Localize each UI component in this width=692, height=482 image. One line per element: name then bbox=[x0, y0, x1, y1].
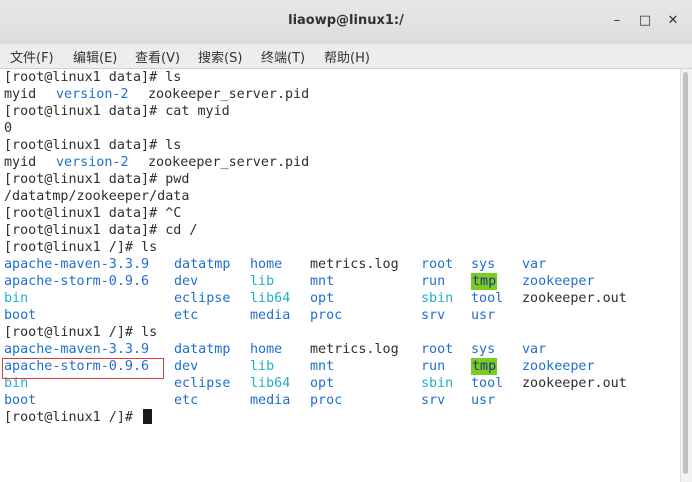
directory-name: home bbox=[250, 257, 283, 272]
terminal-line: [root@linux1 data]# cat myid bbox=[4, 104, 230, 119]
symlink-name: lib64 bbox=[250, 376, 291, 391]
directory-name: root bbox=[421, 257, 454, 272]
directory-name: version-2 bbox=[56, 155, 129, 170]
terminal-line: [root@linux1 data]# ls bbox=[4, 138, 182, 153]
symlink-name: bin bbox=[4, 291, 29, 306]
directory-name: eclipse bbox=[174, 291, 231, 306]
symlink-name: lib64 bbox=[250, 291, 291, 306]
directory-name: tool bbox=[471, 376, 504, 391]
terminal-line: [root@linux1 /]# ls bbox=[4, 325, 158, 340]
directory-name: media bbox=[250, 393, 291, 408]
directory-name: datatmp bbox=[174, 342, 231, 357]
directory-name: mnt bbox=[310, 274, 335, 289]
window-titlebar[interactable]: liaowp@linux1:/ – □ ✕ bbox=[0, 0, 692, 45]
minimize-icon[interactable]: – bbox=[606, 10, 628, 32]
close-icon[interactable]: ✕ bbox=[662, 10, 684, 32]
file-name: metrics.log bbox=[310, 257, 399, 272]
window-title: liaowp@linux1:/ bbox=[288, 13, 404, 28]
terminal-prompt-line: [root@linux1 /]# bbox=[4, 409, 153, 426]
menubar: 文件(F) 编辑(E) 查看(V) 搜索(S) 终端(T) 帮助(H) bbox=[0, 44, 692, 69]
directory-name: media bbox=[250, 308, 291, 323]
directory-name: srv bbox=[421, 308, 446, 323]
highlight-box bbox=[2, 358, 164, 379]
directory-name: root bbox=[421, 342, 454, 357]
sticky-directory-name: tmp bbox=[471, 358, 498, 375]
file-name: zookeeper.out bbox=[522, 376, 627, 391]
directory-name: datatmp bbox=[174, 257, 231, 272]
terminal-line: 0 bbox=[4, 121, 13, 136]
symlink-name: sbin bbox=[421, 376, 454, 391]
directory-name: usr bbox=[471, 393, 496, 408]
directory-name: boot bbox=[4, 393, 37, 408]
terminal-line: [root@linux1 data]# ^C bbox=[4, 206, 182, 221]
directory-name: apache-maven-3.3.9 bbox=[4, 257, 150, 272]
prompt-text: [root@linux1 /]# bbox=[4, 410, 142, 425]
directory-name: run bbox=[421, 359, 446, 374]
file-name: zookeeper_server.pid bbox=[148, 155, 310, 170]
terminal-line: /datatmp/zookeeper/data bbox=[4, 189, 190, 204]
directory-name: dev bbox=[174, 274, 199, 289]
maximize-icon[interactable]: □ bbox=[634, 10, 656, 32]
directory-name: home bbox=[250, 342, 283, 357]
directory-name: apache-storm-0.9.6 bbox=[4, 274, 150, 289]
directory-name: etc bbox=[174, 308, 199, 323]
directory-name: opt bbox=[310, 376, 335, 391]
terminal-line: [root@linux1 data]# pwd bbox=[4, 172, 190, 187]
directory-name: opt bbox=[310, 291, 335, 306]
file-name: zookeeper_server.pid bbox=[148, 87, 310, 102]
file-name: myid bbox=[4, 155, 37, 170]
sticky-directory-name: tmp bbox=[471, 273, 498, 290]
directory-name: zookeeper bbox=[522, 274, 595, 289]
directory-name: eclipse bbox=[174, 376, 231, 391]
terminal-line: [root@linux1 /]# ls bbox=[4, 240, 158, 255]
directory-name: run bbox=[421, 274, 446, 289]
directory-name: zookeeper bbox=[522, 359, 595, 374]
directory-name: usr bbox=[471, 308, 496, 323]
directory-name: var bbox=[522, 257, 547, 272]
file-name: metrics.log bbox=[310, 342, 399, 357]
directory-name: proc bbox=[310, 308, 343, 323]
symlink-name: sbin bbox=[421, 291, 454, 306]
scrollbar-thumb[interactable] bbox=[683, 72, 688, 474]
directory-name: tool bbox=[471, 291, 504, 306]
menu-view[interactable]: 查看(V) bbox=[135, 47, 180, 66]
text-cursor bbox=[143, 409, 153, 424]
symlink-name: lib bbox=[250, 359, 275, 374]
file-name: myid bbox=[4, 87, 37, 102]
menu-file[interactable]: 文件(F) bbox=[10, 47, 54, 66]
directory-name: apache-maven-3.3.9 bbox=[4, 342, 150, 357]
directory-name: sys bbox=[471, 342, 496, 357]
menu-terminal[interactable]: 终端(T) bbox=[261, 47, 305, 66]
symlink-name: lib bbox=[250, 274, 275, 289]
file-name: zookeeper.out bbox=[522, 291, 627, 306]
directory-name: boot bbox=[4, 308, 37, 323]
terminal-line: [root@linux1 data]# cd / bbox=[4, 223, 198, 238]
directory-name: proc bbox=[310, 393, 343, 408]
directory-name: srv bbox=[421, 393, 446, 408]
directory-name: var bbox=[522, 342, 547, 357]
menu-edit[interactable]: 编辑(E) bbox=[73, 47, 117, 66]
directory-name: mnt bbox=[310, 359, 335, 374]
directory-name: etc bbox=[174, 393, 199, 408]
directory-name: dev bbox=[174, 359, 199, 374]
terminal-line: [root@linux1 data]# ls bbox=[4, 70, 182, 85]
menu-search[interactable]: 搜索(S) bbox=[198, 47, 242, 66]
menu-help[interactable]: 帮助(H) bbox=[324, 47, 370, 66]
directory-name: sys bbox=[471, 257, 496, 272]
directory-name: version-2 bbox=[56, 87, 129, 102]
